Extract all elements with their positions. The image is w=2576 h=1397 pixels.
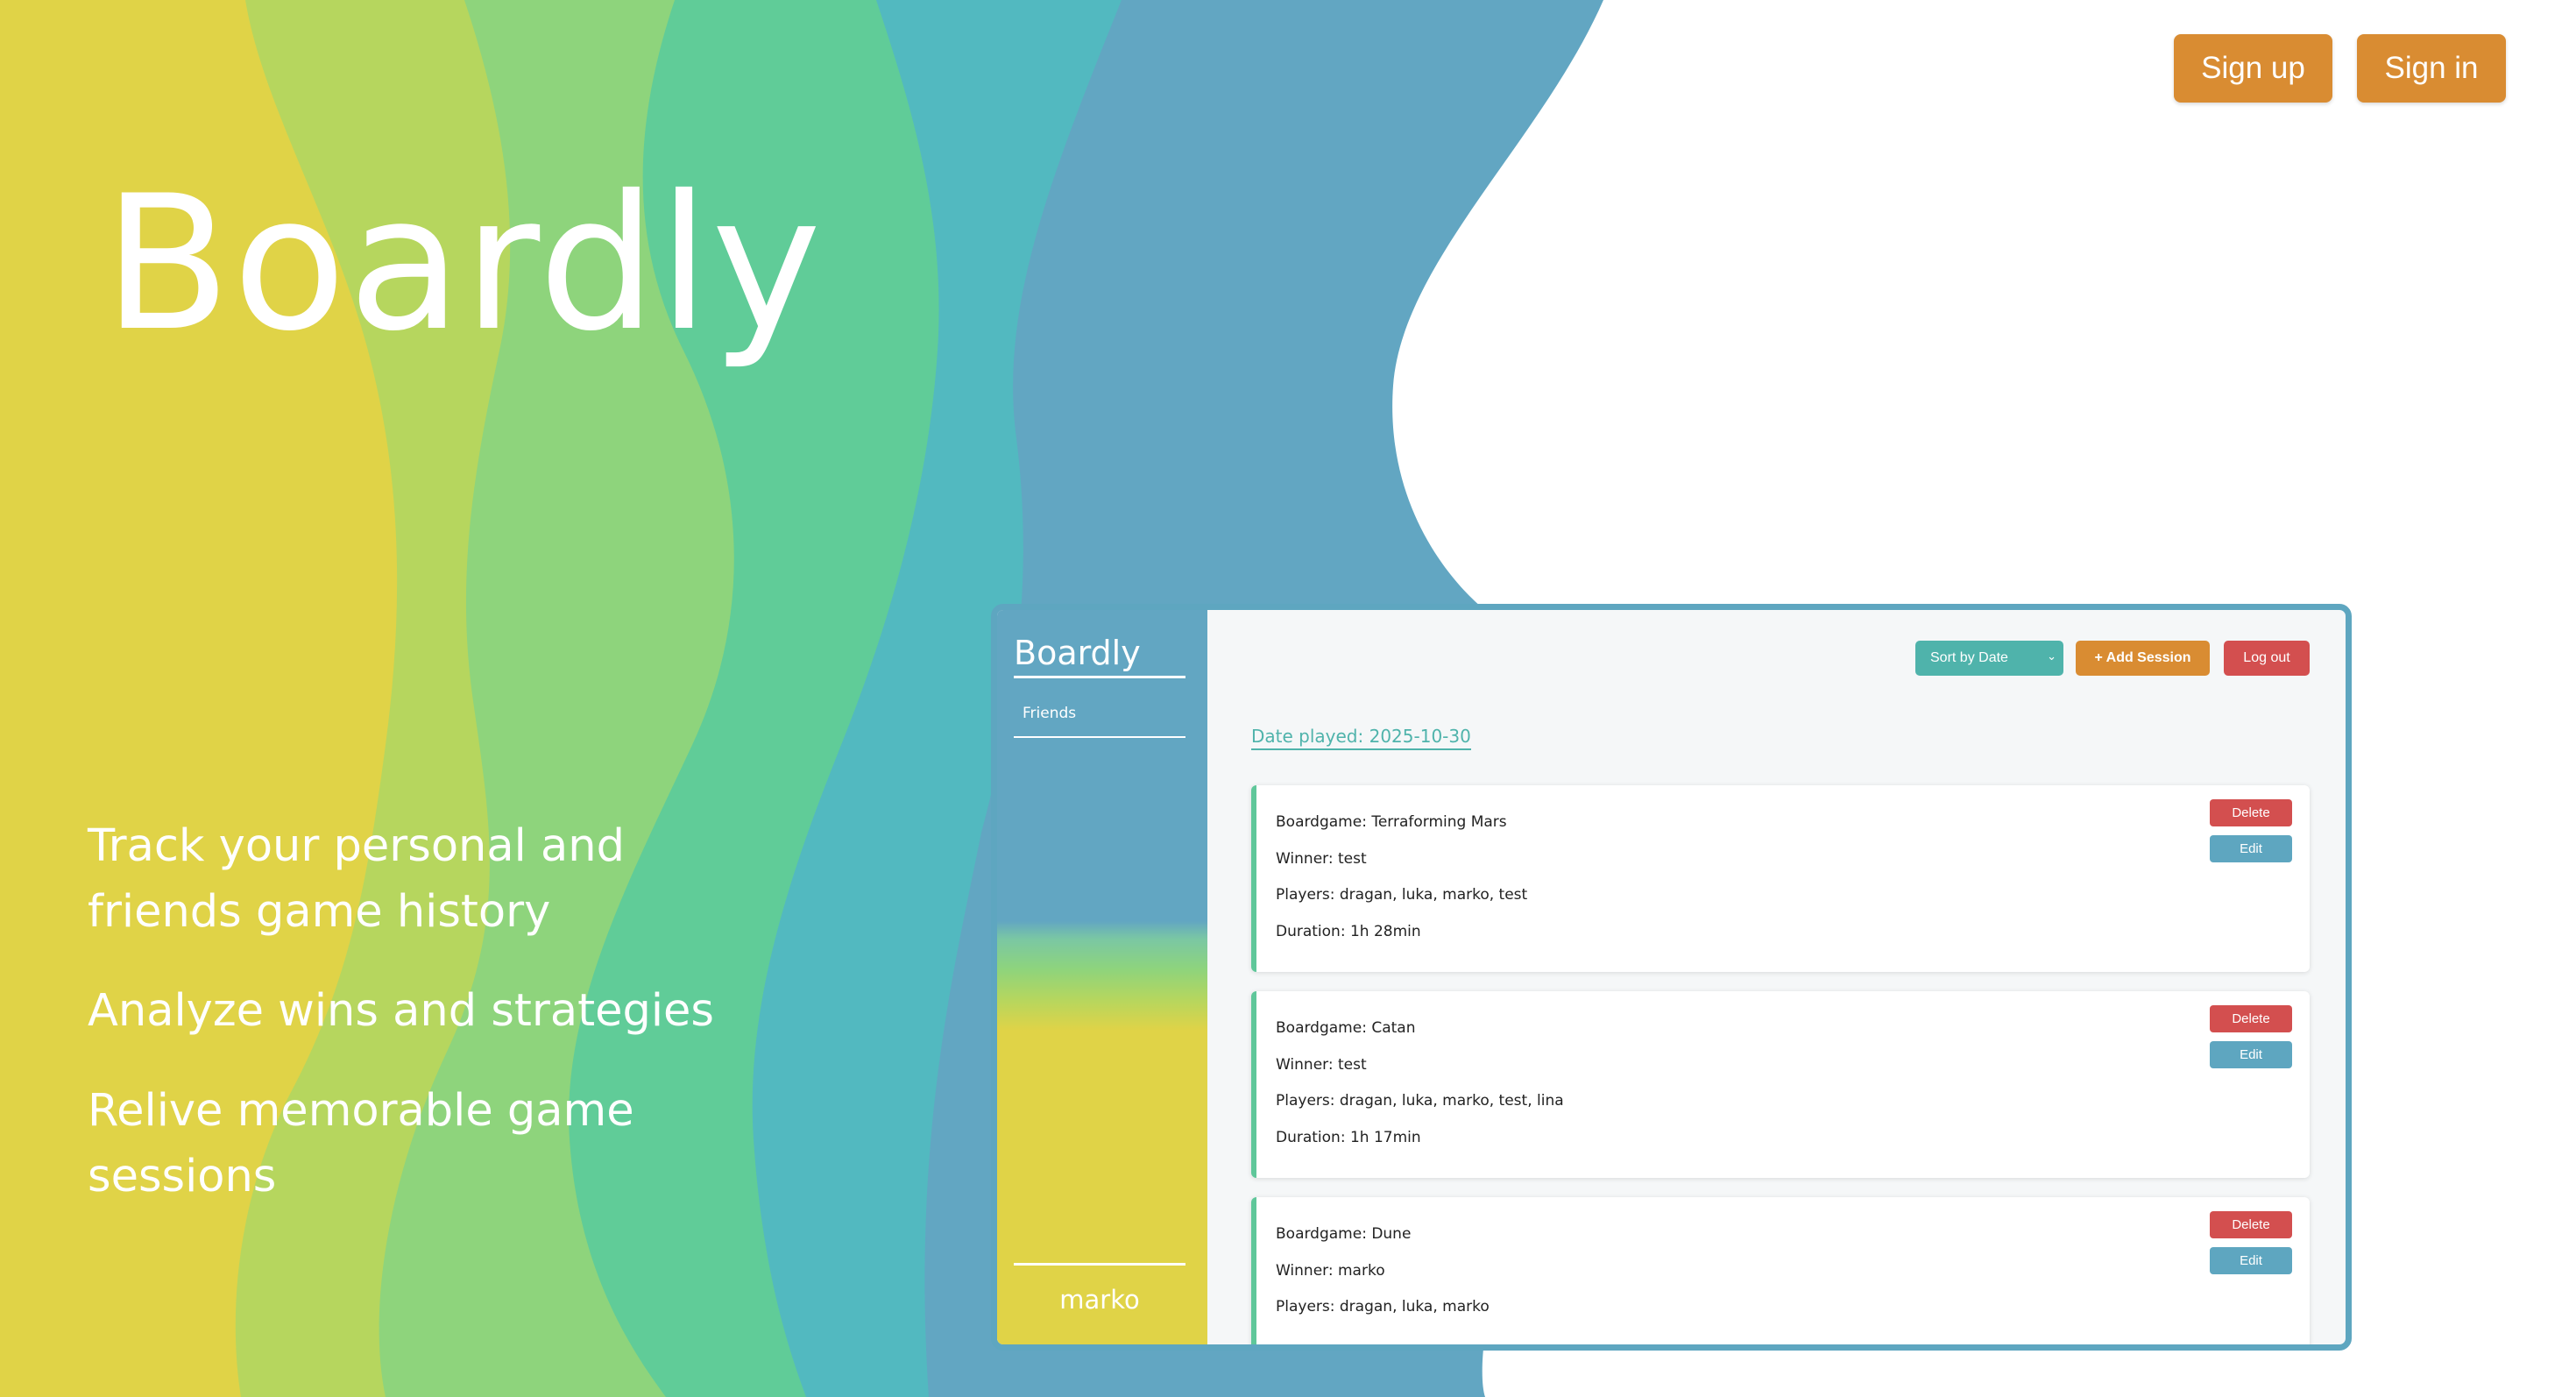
session-card: Boardgame: Terraforming Mars Winner: tes… [1251, 785, 2310, 972]
session-winner: Winner: test [1276, 850, 1367, 868]
log-out-button[interactable]: Log out [2224, 641, 2310, 676]
preview-main: Sort by Date ⌄ + Add Session Log out Dat… [1207, 610, 2346, 1344]
sort-select[interactable]: Sort by Date ⌄ [1915, 641, 2063, 676]
sidebar-divider [1014, 1263, 1185, 1266]
session-winner: Winner: marko [1276, 1262, 1385, 1280]
preview-sidebar: Boardly Friends marko [997, 610, 1207, 1344]
session-duration: Duration: 1h 28min [1276, 923, 1421, 940]
session-players: Players: dragan, luka, marko, test, lina [1276, 1092, 1564, 1110]
delete-session-button[interactable]: Delete [2210, 1005, 2292, 1032]
sort-select-label: Sort by Date [1930, 650, 2008, 665]
sidebar-item-friends[interactable]: Friends [1014, 705, 1185, 738]
edit-session-button[interactable]: Edit [2210, 1041, 2292, 1068]
session-boardgame: Boardgame: Dune [1276, 1225, 1412, 1243]
tagline-analyze: Analyze wins and strategies [88, 985, 714, 1037]
session-duration: Duration: 1h 17min [1276, 1129, 1421, 1146]
delete-session-button[interactable]: Delete [2210, 1211, 2292, 1238]
date-played-heading: Date played: 2025-10-30 [1251, 726, 1471, 750]
app-preview-window: Boardly Friends marko Sort by Date ⌄ + A… [991, 604, 2352, 1351]
session-boardgame: Boardgame: Catan [1276, 1019, 1416, 1037]
session-players: Players: dragan, luka, marko [1276, 1298, 1490, 1315]
session-card: Boardgame: Dune Winner: marko Players: d… [1251, 1197, 2310, 1344]
sign-in-button[interactable]: Sign in [2357, 34, 2506, 103]
current-user-name: marko [1059, 1285, 1140, 1315]
brand-title: Boardly [103, 155, 824, 372]
tagline-relive: Relive memorable game sessions [88, 1085, 634, 1202]
chevron-down-icon: ⌄ [2047, 649, 2056, 663]
edit-session-button[interactable]: Edit [2210, 835, 2292, 862]
session-card: Boardgame: Catan Winner: test Players: d… [1251, 991, 2310, 1178]
session-players: Players: dragan, luka, marko, test [1276, 886, 1528, 904]
session-winner: Winner: test [1276, 1056, 1367, 1074]
preview-brand: Boardly [1014, 634, 1185, 678]
add-session-button[interactable]: + Add Session [2076, 641, 2210, 676]
session-boardgame: Boardgame: Terraforming Mars [1276, 813, 1507, 831]
tagline-track: Track your personal and friends game his… [88, 820, 625, 938]
delete-session-button[interactable]: Delete [2210, 799, 2292, 826]
edit-session-button[interactable]: Edit [2210, 1247, 2292, 1274]
sign-up-button[interactable]: Sign up [2174, 34, 2332, 103]
